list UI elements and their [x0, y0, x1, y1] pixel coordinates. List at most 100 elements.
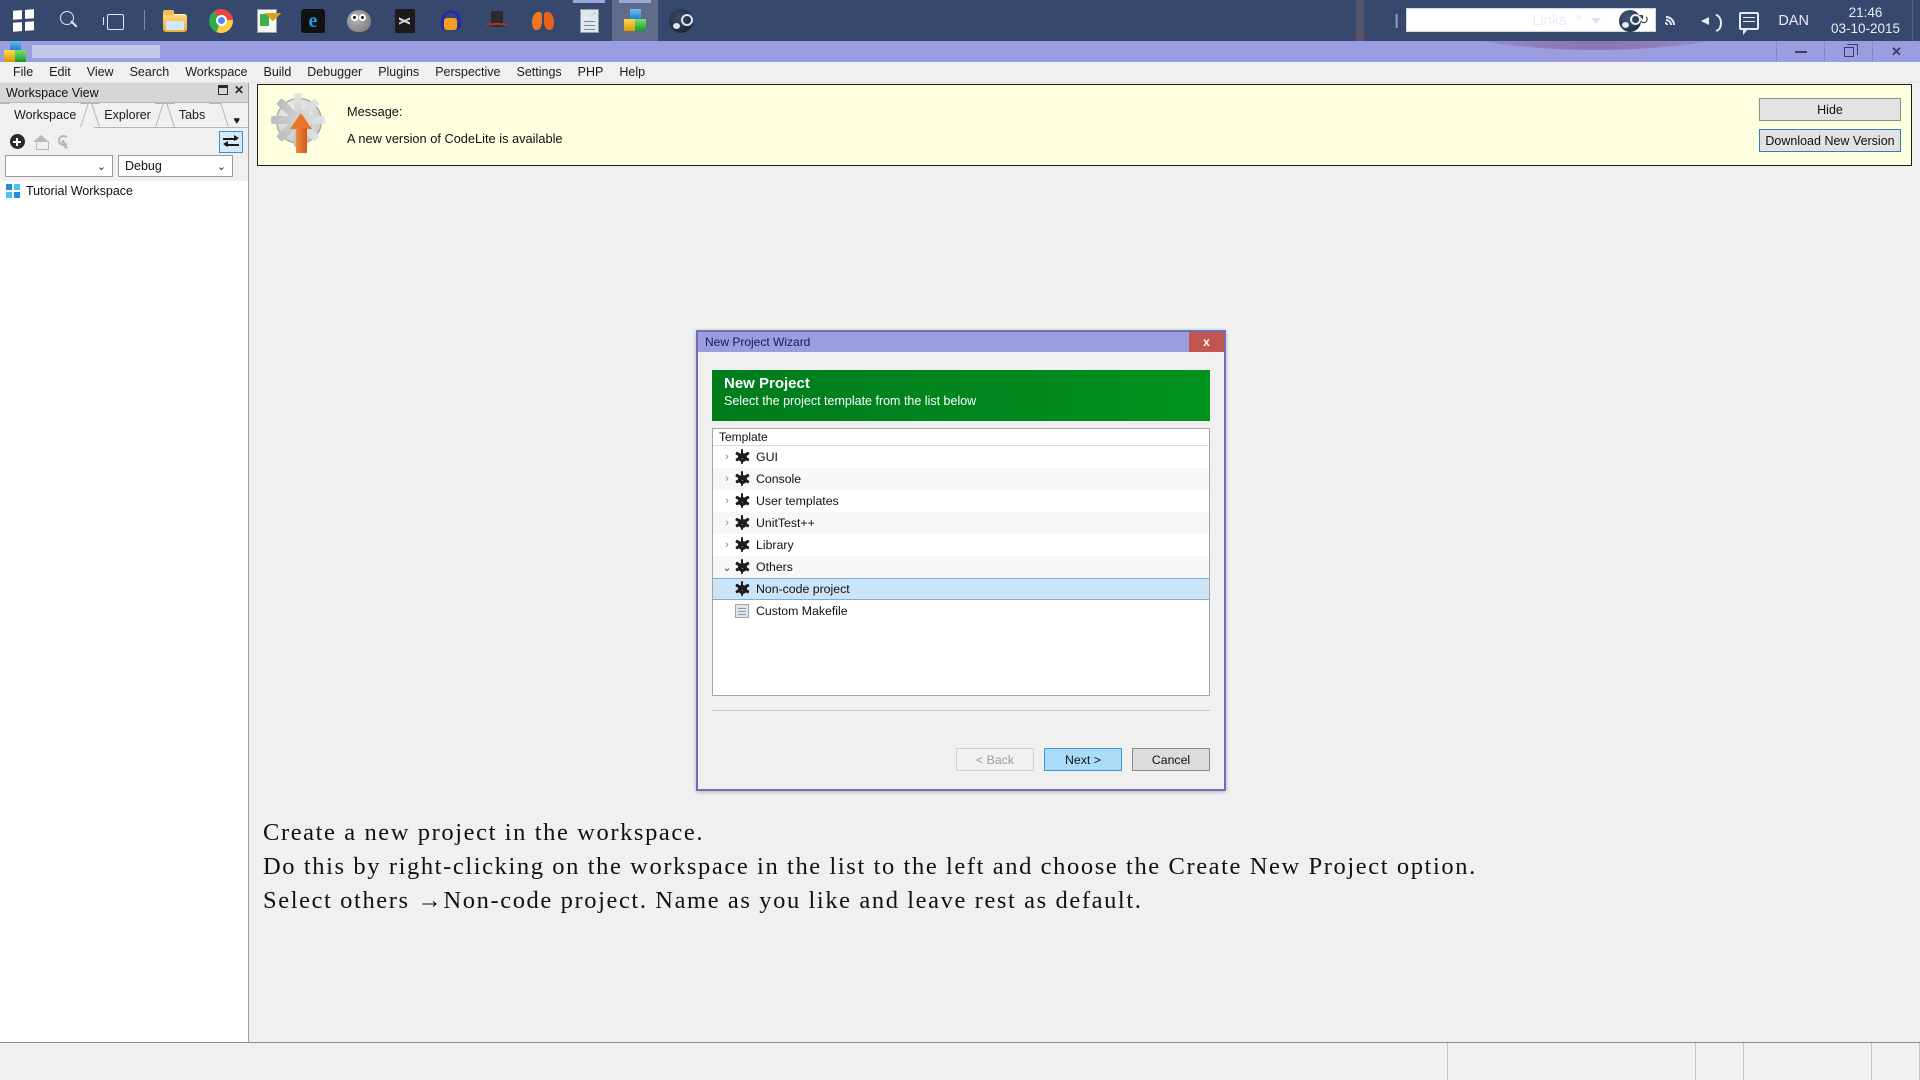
workspace-view-panel: Workspace View ✕ Workspace Explorer Tabs… — [0, 83, 249, 1042]
close-icon: ✕ — [1891, 43, 1902, 59]
taskbar-search-button[interactable] — [46, 0, 92, 41]
taskbar-audacity[interactable] — [428, 0, 474, 41]
tab-tabs[interactable]: Tabs — [154, 103, 230, 127]
taskbar-tophat-app[interactable] — [474, 0, 520, 41]
task-view-button[interactable] — [92, 0, 138, 41]
dialog-banner-subtitle: Select the project template from the lis… — [724, 394, 977, 408]
search-icon — [56, 8, 82, 34]
tray-steam-icon-button[interactable] — [1610, 0, 1650, 41]
tab-explorer[interactable]: Explorer — [80, 103, 175, 127]
tab-edge-left — [0, 103, 10, 127]
template-row-label: Custom Makefile — [756, 604, 848, 618]
start-button[interactable] — [0, 0, 46, 41]
template-row-console[interactable]: › Console — [713, 468, 1209, 490]
template-row-unittestpp[interactable]: › UnitTest++ — [713, 512, 1209, 534]
taskbar-notepad[interactable] — [244, 0, 290, 41]
cancel-button[interactable]: Cancel — [1132, 748, 1210, 771]
chrome-icon — [209, 8, 233, 33]
menu-item-help[interactable]: Help — [611, 63, 653, 81]
minimize-button[interactable] — [1776, 41, 1824, 62]
build-config-select[interactable]: Debug ⌄ — [118, 155, 233, 177]
template-row-gui[interactable]: › GUI — [713, 446, 1209, 468]
template-row-custom-makefile[interactable]: Custom Makefile — [713, 600, 1209, 622]
link-editor-button[interactable] — [219, 130, 243, 153]
taskbar-inkscape[interactable] — [382, 0, 428, 41]
tray-links-label[interactable]: Links » — [1532, 9, 1582, 29]
float-panel-button[interactable] — [217, 85, 229, 95]
annotation-line-2: Do this by right-clicking on the workspa… — [263, 853, 1477, 880]
taskbar-file-explorer[interactable] — [152, 0, 198, 41]
taskbar-codelite[interactable] — [612, 0, 658, 41]
dialog-title-text: New Project Wizard — [705, 335, 811, 349]
taskbar-toolbar-divider: || — [1394, 12, 1398, 29]
menu-item-workspace[interactable]: Workspace — [177, 63, 255, 81]
home-button[interactable] — [29, 131, 53, 153]
dialog-banner: New Project Select the project template … — [712, 370, 1210, 421]
chevron-right-icon[interactable]: › — [719, 495, 735, 507]
menu-item-perspective[interactable]: Perspective — [427, 63, 508, 81]
chevron-down-icon: ⌄ — [96, 160, 106, 173]
tray-network-button[interactable] — [1650, 0, 1690, 41]
tabs-overflow-chevron-icon[interactable]: ♥ — [233, 115, 240, 127]
workspace-tree[interactable]: Tutorial Workspace — [0, 181, 248, 1042]
dialog-close-button[interactable]: x — [1189, 332, 1224, 352]
tab-explorer-label: Explorer — [104, 108, 151, 122]
chevron-right-icon[interactable]: › — [719, 517, 735, 529]
hide-button[interactable]: Hide — [1759, 98, 1901, 121]
maximize-button[interactable] — [1824, 41, 1872, 62]
template-row-others[interactable]: ⌄ Others — [713, 556, 1209, 578]
settings-button[interactable] — [53, 131, 77, 153]
menu-item-settings[interactable]: Settings — [509, 63, 570, 81]
template-row-non-code-project[interactable]: Non-code project — [713, 578, 1209, 600]
menu-item-php[interactable]: PHP — [570, 63, 612, 81]
tray-expand-button[interactable] — [1582, 0, 1610, 41]
template-row-library[interactable]: › Library — [713, 534, 1209, 556]
template-row-user-templates[interactable]: › User templates — [713, 490, 1209, 512]
taskbar-document-app[interactable] — [566, 0, 612, 41]
next-button[interactable]: Next > — [1044, 748, 1122, 771]
notification-text: Message: A new version of CodeLite is av… — [347, 104, 563, 146]
taskbar-butterfly-app[interactable] — [520, 0, 566, 41]
chevron-right-icon[interactable]: › — [719, 451, 735, 463]
add-workspace-button[interactable] — [5, 131, 29, 153]
edge-icon: e — [301, 8, 325, 33]
chevron-right-icon[interactable]: › — [719, 473, 735, 485]
back-button[interactable]: < Back — [956, 748, 1034, 771]
menu-item-edit[interactable]: Edit — [41, 63, 79, 81]
tray-time: 21:46 — [1848, 4, 1883, 20]
tree-item-tutorial-workspace[interactable]: Tutorial Workspace — [0, 181, 248, 198]
menu-item-view[interactable]: View — [79, 63, 122, 81]
dialog-banner-title: New Project — [724, 375, 810, 392]
menu-item-search[interactable]: Search — [122, 63, 178, 81]
template-row-label: Library — [756, 538, 794, 552]
tray-clock[interactable]: 21:46 03-10-2015 — [1819, 5, 1912, 37]
tray-volume-button[interactable] — [1690, 0, 1730, 41]
taskbar-google-chrome[interactable] — [198, 0, 244, 41]
taskbar-steam[interactable] — [658, 0, 704, 41]
wifi-icon — [1653, 11, 1681, 38]
workspace-select[interactable]: ⌄ — [5, 155, 113, 177]
folder-icon — [163, 9, 187, 32]
menu-item-plugins[interactable]: Plugins — [370, 63, 427, 81]
tab-workspace-label: Workspace — [14, 108, 77, 122]
chevron-down-icon[interactable]: ⌄ — [719, 561, 735, 574]
volume-icon — [1699, 12, 1721, 30]
menu-item-file[interactable]: File — [5, 63, 41, 81]
menu-bar: File Edit View Search Workspace Build De… — [0, 62, 1920, 83]
tray-action-center-button[interactable] — [1730, 0, 1768, 41]
tray-links-text: Links — [1532, 12, 1567, 29]
tab-workspace[interactable]: Workspace — [0, 103, 101, 128]
menu-item-debugger[interactable]: Debugger — [299, 63, 370, 81]
show-desktop-button[interactable] — [1912, 0, 1920, 41]
template-list[interactable]: Template › GUI › Console › User template… — [712, 428, 1210, 696]
tray-user-label[interactable]: DAN — [1768, 13, 1819, 29]
taskbar-internet-explorer[interactable]: e — [290, 0, 336, 41]
chevron-right-icon[interactable]: › — [719, 539, 735, 551]
close-button[interactable]: ✕ — [1872, 41, 1920, 62]
tray-overflow-icon[interactable]: » — [1575, 9, 1582, 24]
tophat-icon — [485, 10, 509, 32]
taskbar-gimp[interactable] — [336, 0, 382, 41]
close-panel-button[interactable]: ✕ — [234, 84, 244, 96]
menu-item-build[interactable]: Build — [255, 63, 299, 81]
download-new-version-button[interactable]: Download New Version — [1759, 129, 1901, 152]
